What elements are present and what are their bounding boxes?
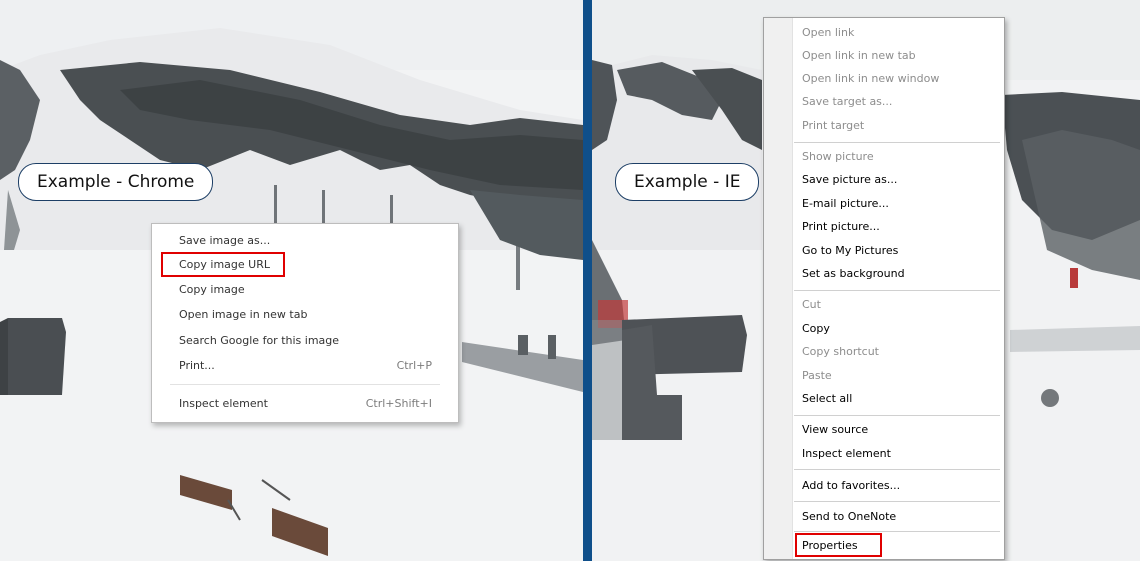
- menu-item-print-target[interactable]: Print target: [802, 115, 864, 137]
- menu-item-save-target-as[interactable]: Save target as...: [802, 91, 892, 113]
- menu-separator: [794, 501, 1000, 502]
- menu-separator: [794, 469, 1000, 470]
- menu-item-select-all[interactable]: Select all: [802, 388, 852, 410]
- menu-separator: [794, 290, 1000, 291]
- ie-example-panel: Example - IE Open link Open link in new …: [592, 0, 1140, 561]
- menu-separator: [794, 142, 1000, 143]
- highlight-box-copy-image-url: [161, 252, 285, 277]
- menu-item-save-image-as[interactable]: Save image as...: [152, 230, 458, 252]
- highlight-box-properties: [795, 533, 882, 557]
- menu-item-label: Copy image: [179, 283, 245, 296]
- menu-item-open-image-in-new-tab[interactable]: Open image in new tab: [152, 304, 458, 326]
- menu-item-search-google-for-image[interactable]: Search Google for this image: [152, 330, 458, 352]
- menu-item-set-as-background[interactable]: Set as background: [802, 263, 905, 285]
- menu-item-save-picture-as[interactable]: Save picture as...: [802, 169, 897, 191]
- menu-item-cut[interactable]: Cut: [802, 294, 821, 316]
- menu-item-inspect-element[interactable]: Inspect element Ctrl+Shift+I: [152, 393, 458, 415]
- menu-separator: [794, 531, 1000, 532]
- menu-icon-gutter: [764, 18, 793, 559]
- menu-item-send-to-onenote[interactable]: Send to OneNote: [802, 506, 896, 528]
- menu-item-add-to-favorites[interactable]: Add to favorites...: [802, 475, 900, 497]
- menu-separator: [794, 415, 1000, 416]
- menu-item-label: Inspect element: [179, 397, 268, 410]
- menu-item-paste[interactable]: Paste: [802, 365, 832, 387]
- menu-item-email-picture[interactable]: E-mail picture...: [802, 193, 889, 215]
- menu-item-label: Search Google for this image: [179, 334, 340, 347]
- menu-item-view-source[interactable]: View source: [802, 419, 868, 441]
- ie-example-label: Example - IE: [615, 163, 760, 201]
- chrome-context-menu: Save image as... Copy image URL Copy ima…: [151, 223, 459, 423]
- menu-item-open-link-new-tab[interactable]: Open link in new tab: [802, 45, 916, 67]
- menu-item-copy[interactable]: Copy: [802, 318, 830, 340]
- menu-item-inspect-element[interactable]: Inspect element: [802, 443, 891, 465]
- menu-item-print[interactable]: Print... Ctrl+P: [152, 355, 458, 377]
- panel-divider: [583, 0, 592, 561]
- menu-separator: [170, 384, 440, 385]
- menu-item-copy-image[interactable]: Copy image: [152, 279, 458, 301]
- chrome-example-label: Example - Chrome: [18, 163, 214, 201]
- menu-item-label: Save image as...: [179, 234, 271, 247]
- chrome-example-panel: Example - Chrome Save image as... Copy i…: [0, 0, 583, 561]
- menu-item-go-to-my-pictures[interactable]: Go to My Pictures: [802, 240, 898, 262]
- menu-item-open-link-new-window[interactable]: Open link in new window: [802, 68, 939, 90]
- menu-item-print-picture[interactable]: Print picture...: [802, 216, 880, 238]
- menu-item-copy-shortcut[interactable]: Copy shortcut: [802, 341, 879, 363]
- ie-context-menu: Open link Open link in new tab Open link…: [763, 17, 1005, 560]
- menu-item-label: Print...: [179, 359, 215, 372]
- menu-item-shortcut: Ctrl+Shift+I: [365, 397, 432, 410]
- menu-item-shortcut: Ctrl+P: [396, 359, 432, 372]
- menu-item-open-link[interactable]: Open link: [802, 22, 854, 44]
- menu-item-show-picture[interactable]: Show picture: [802, 146, 874, 168]
- menu-item-label: Open image in new tab: [179, 308, 308, 321]
